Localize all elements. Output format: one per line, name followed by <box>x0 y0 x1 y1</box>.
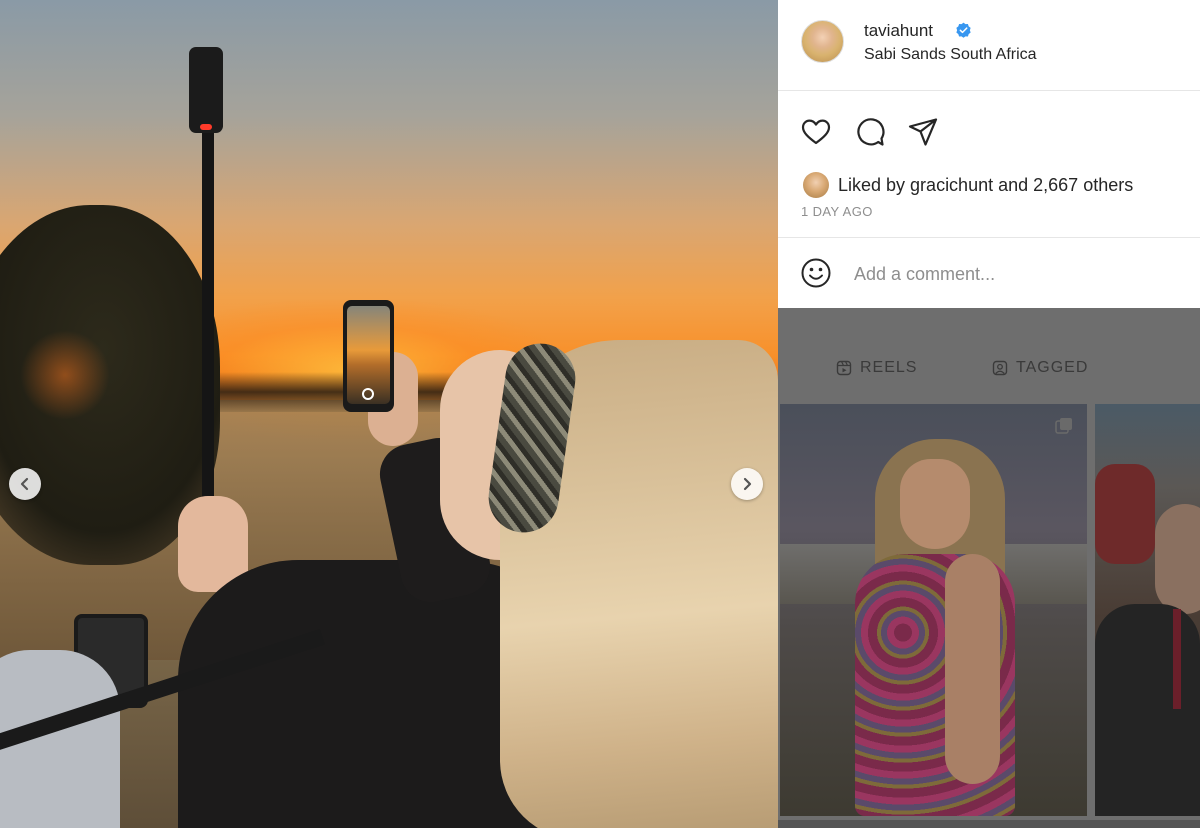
chevron-right-icon <box>743 477 752 491</box>
likes-count[interactable]: and 2,667 others <box>993 175 1133 195</box>
next-slide-button[interactable] <box>731 468 763 500</box>
comment-bubble-icon <box>857 118 885 146</box>
heart-icon <box>801 119 831 145</box>
verified-badge-icon <box>956 22 971 38</box>
action-camera <box>189 47 223 133</box>
profile-grid-background: REELS TAGGED <box>778 308 1200 828</box>
comment-input[interactable] <box>852 258 1176 290</box>
tab-reels-label: REELS <box>860 359 918 376</box>
tree-sun-glint <box>20 330 110 420</box>
tab-tagged[interactable]: TAGGED <box>992 359 1088 377</box>
thumb-arm <box>945 554 1000 784</box>
next-row-thumbnails <box>778 820 1200 828</box>
comment-button[interactable] <box>854 116 886 148</box>
thumb-suit <box>1095 604 1200 816</box>
smiley-icon[interactable] <box>800 257 832 289</box>
likes-prefix: Liked by <box>838 175 911 195</box>
tab-reels[interactable]: REELS <box>836 359 917 377</box>
previous-slide-button[interactable] <box>9 468 41 500</box>
post-photo[interactable] <box>0 0 778 828</box>
shutter-button <box>362 388 374 400</box>
camera-record-light <box>200 124 212 130</box>
reels-icon <box>836 360 852 376</box>
share-button[interactable] <box>907 116 939 148</box>
grid-post-thumbnail[interactable] <box>1095 404 1200 816</box>
grid-post-thumbnail[interactable] <box>780 404 1087 816</box>
selfie-stick <box>202 128 214 528</box>
post-timestamp: 1 DAY AGO <box>801 204 873 219</box>
thumb-background-figure <box>1095 464 1155 564</box>
thumb-face <box>1155 504 1200 614</box>
thumb-lanyard <box>1173 609 1181 709</box>
likes-summary[interactable]: Liked by gracichunt and 2,667 others <box>838 175 1133 196</box>
chevron-left-icon <box>20 477 29 491</box>
thumb-face <box>900 459 970 549</box>
tab-tagged-label: TAGGED <box>1016 359 1089 376</box>
paper-plane-icon <box>908 118 938 146</box>
avatar[interactable] <box>801 20 844 63</box>
tagged-user-icon <box>992 360 1008 376</box>
post-details-panel: taviahunt Sabi Sands South Africa Liked … <box>778 0 1200 308</box>
carousel-icon <box>1055 418 1072 434</box>
comment-divider <box>778 237 1200 238</box>
like-button[interactable] <box>800 116 832 148</box>
post-location[interactable]: Sabi Sands South Africa <box>864 46 1037 64</box>
liker-username[interactable]: gracichunt <box>910 175 993 195</box>
post-username[interactable]: taviahunt <box>864 21 933 41</box>
liker-avatar[interactable] <box>803 172 829 198</box>
header-divider <box>778 90 1200 91</box>
